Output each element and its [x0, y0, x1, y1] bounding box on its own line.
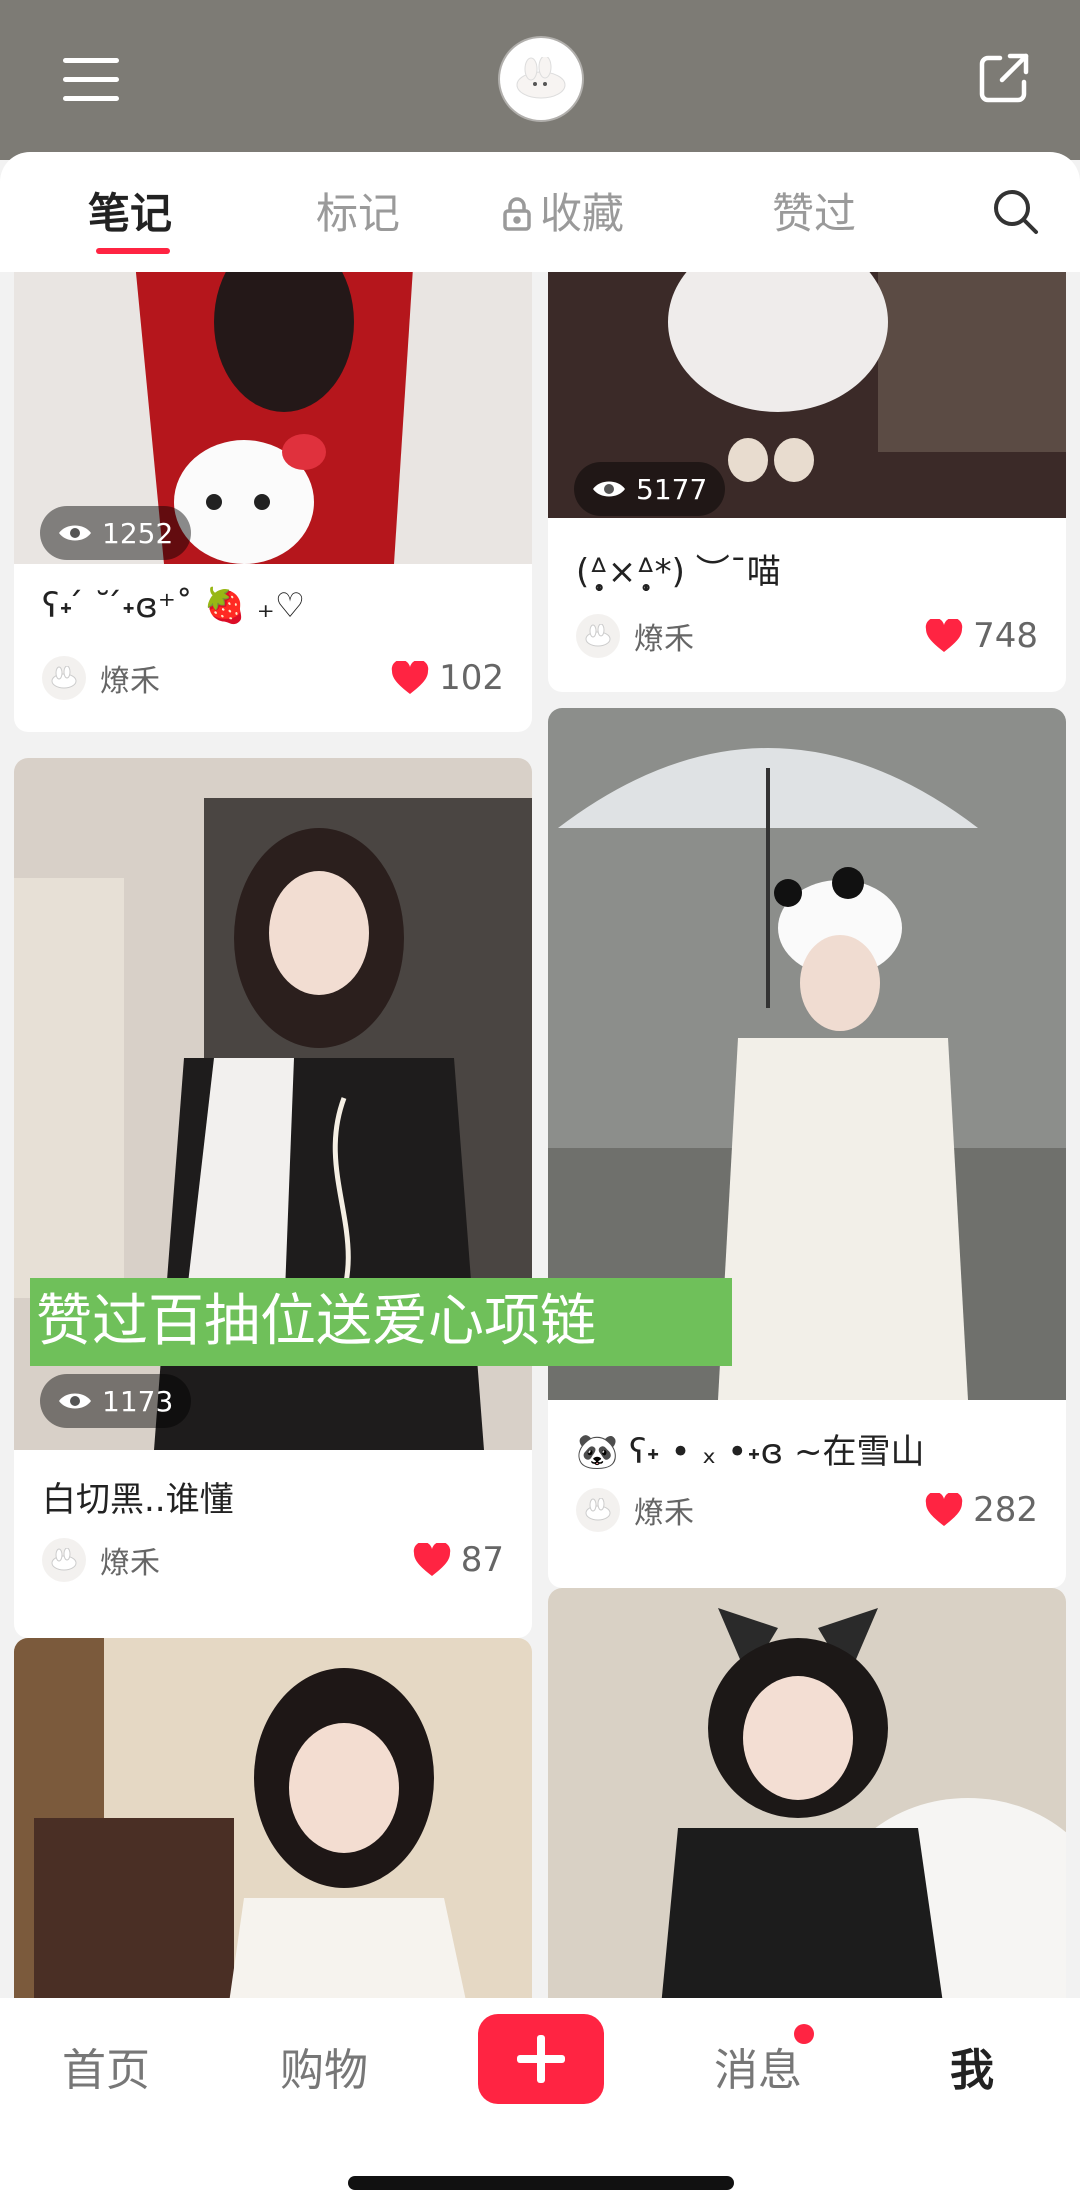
- nav-home[interactable]: 首页: [62, 2034, 150, 2098]
- tab-notes[interactable]: 笔记: [88, 184, 172, 244]
- author-name[interactable]: 燎禾: [100, 1538, 413, 1582]
- note-meta: 燎禾 102: [42, 650, 504, 706]
- note-card[interactable]: [548, 1588, 1066, 1998]
- profile-tabs: 笔记 标记 收藏 赞过: [0, 152, 1080, 272]
- like-count: 748: [973, 616, 1038, 656]
- nav-me[interactable]: 我: [950, 2034, 994, 2098]
- share-icon[interactable]: [974, 48, 1034, 108]
- like-button[interactable]: 748: [925, 616, 1038, 656]
- note-card[interactable]: 5177 (ᐞ̩̩̥×ᐞ̩̩̥*) ︶ˉ喵 燎禾 748: [548, 272, 1066, 692]
- active-tab-indicator: [96, 248, 170, 254]
- heart-icon: [925, 1493, 963, 1526]
- promo-banner: 赞过百抽位送爱心项链: [30, 1278, 732, 1366]
- author-avatar[interactable]: [576, 1488, 620, 1532]
- nav-messages[interactable]: 消息: [714, 2034, 802, 2098]
- search-icon[interactable]: [990, 186, 1042, 238]
- plus-icon: [517, 2035, 565, 2083]
- note-card[interactable]: 🐼 ʕ˖ • ₓ •˖ɞ ~在雪山 燎禾 282: [548, 708, 1066, 1588]
- author-name[interactable]: 燎禾: [100, 656, 391, 700]
- unread-dot: [794, 2024, 814, 2044]
- eye-icon: [59, 1393, 91, 1409]
- like-count: 102: [439, 658, 504, 698]
- tab-liked[interactable]: 赞过: [772, 184, 856, 244]
- author-name[interactable]: 燎禾: [634, 614, 925, 658]
- like-count: 282: [973, 1490, 1038, 1530]
- note-title: (ᐞ̩̩̥×ᐞ̩̩̥*) ︶ˉ喵: [576, 552, 781, 592]
- view-count: 1252: [102, 516, 174, 550]
- note-meta: 燎禾 87: [42, 1532, 504, 1588]
- note-title: 白切黑..谁懂: [42, 1480, 234, 1520]
- eye-icon: [593, 481, 625, 497]
- note-cover-image: [14, 1638, 532, 1998]
- note-meta: 燎禾 748: [576, 608, 1038, 664]
- tab-collections[interactable]: 收藏: [502, 184, 624, 244]
- view-count: 5177: [636, 472, 708, 506]
- note-card[interactable]: 1173 白切黑..谁懂 燎禾 87: [14, 758, 532, 1638]
- home-indicator: [348, 2176, 734, 2190]
- like-button[interactable]: 282: [925, 1490, 1038, 1530]
- note-title: 🐼 ʕ˖ • ₓ •˖ɞ ~在雪山: [576, 1432, 925, 1472]
- menu-icon[interactable]: [58, 50, 124, 110]
- like-button[interactable]: 102: [391, 658, 504, 698]
- note-title: ʕ˖ ́ ˘ ́˖ɞ⁺˚ 🍓 ₊♡: [42, 586, 306, 626]
- heart-icon: [391, 661, 429, 694]
- tab-collections-label: 收藏: [540, 189, 625, 238]
- view-count-badge: 1252: [40, 506, 192, 560]
- heart-icon: [925, 619, 963, 652]
- view-count-badge: 5177: [574, 462, 726, 516]
- notes-feed[interactable]: 1252 ʕ˖ ́ ˘ ́˖ɞ⁺˚ 🍓 ₊♡ 燎禾 102 5177 (ᐞ̩̩̥…: [0, 272, 1080, 1998]
- profile-avatar[interactable]: [500, 38, 582, 120]
- note-cover-image: [548, 1588, 1066, 1998]
- author-avatar[interactable]: [42, 1538, 86, 1582]
- heart-icon: [413, 1543, 450, 1576]
- note-card[interactable]: [14, 1638, 532, 1998]
- like-count: 87: [460, 1540, 504, 1580]
- lock-icon: [503, 197, 531, 231]
- tab-marks[interactable]: 标记: [316, 184, 400, 244]
- nav-shop[interactable]: 购物: [280, 2034, 368, 2098]
- note-meta: 燎禾 282: [576, 1482, 1038, 1538]
- note-card[interactable]: 1252 ʕ˖ ́ ˘ ́˖ɞ⁺˚ 🍓 ₊♡ 燎禾 102: [14, 272, 532, 732]
- create-post-button[interactable]: [478, 2014, 604, 2104]
- author-avatar[interactable]: [42, 656, 86, 700]
- view-count: 1173: [102, 1384, 174, 1418]
- eye-icon: [59, 525, 91, 541]
- like-button[interactable]: 87: [413, 1540, 504, 1580]
- author-avatar[interactable]: [576, 614, 620, 658]
- author-name[interactable]: 燎禾: [634, 1488, 925, 1532]
- view-count-badge: 1173: [40, 1374, 192, 1428]
